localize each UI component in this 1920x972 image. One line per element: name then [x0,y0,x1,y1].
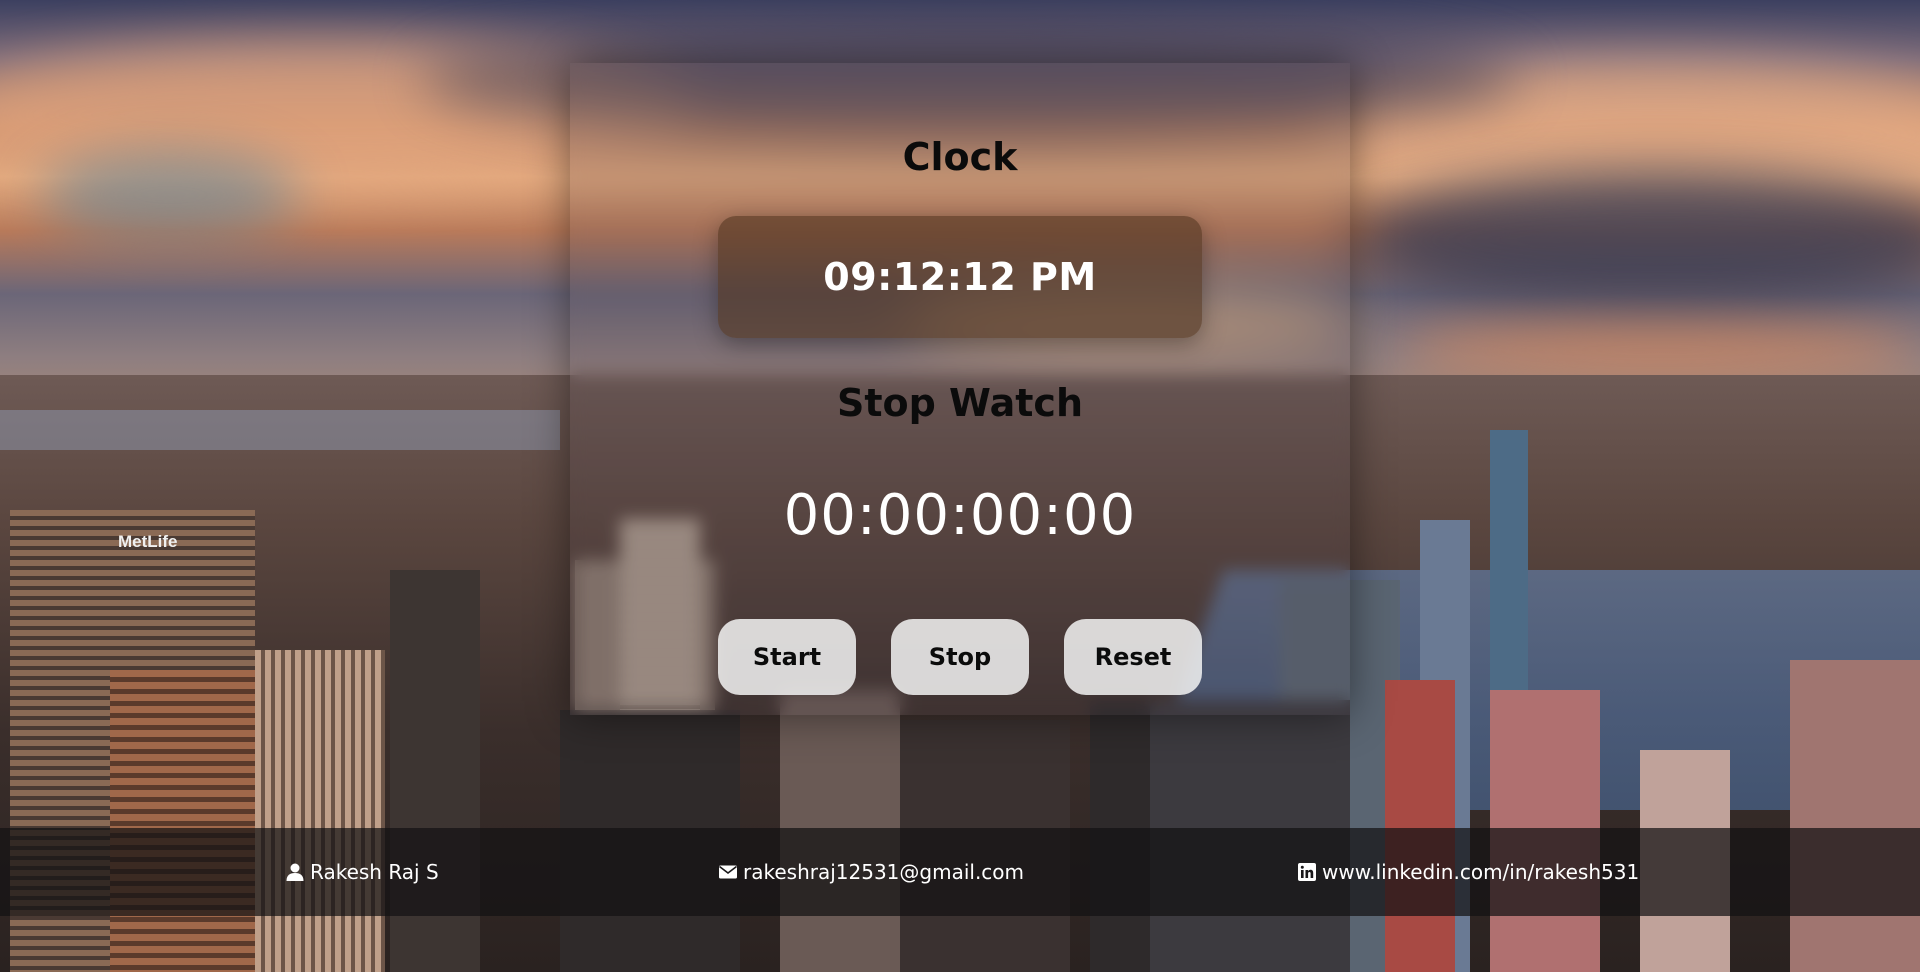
footer-linkedin[interactable]: www.linkedin.com/in/rakesh531 [1297,828,1639,916]
stopwatch-controls: Start Stop Reset [718,619,1202,695]
footer: Rakesh Raj S rakeshraj12531@gmail.com ww… [0,828,1920,916]
start-button[interactable]: Start [718,619,856,695]
clock-stopwatch-panel: Clock 09:12:12 PM Stop Watch 00:00:00:00… [570,63,1350,715]
building [255,650,385,972]
metlife-sign: MetLife [118,532,178,551]
stop-button[interactable]: Stop [891,619,1029,695]
footer-linkedin-text[interactable]: www.linkedin.com/in/rakesh531 [1322,860,1639,884]
cloud [1400,320,1920,380]
stopwatch-time: 00:00:00:00 [783,483,1137,548]
distant-river [0,410,560,450]
user-icon [286,863,304,881]
building [1790,660,1920,972]
reset-button[interactable]: Reset [1064,619,1202,695]
footer-email[interactable]: rakeshraj12531@gmail.com [718,828,1024,916]
footer-email-text[interactable]: rakeshraj12531@gmail.com [743,860,1024,884]
building [1385,680,1455,972]
footer-name: Rakesh Raj S [285,828,439,916]
clock-time: 09:12:12 PM [823,255,1097,299]
footer-name-text: Rakesh Raj S [310,860,439,884]
clock-title: Clock [902,135,1018,179]
cloud [40,150,300,240]
clock-display: 09:12:12 PM [718,216,1202,338]
linkedin-icon [1298,863,1316,881]
stopwatch-title: Stop Watch [836,381,1084,425]
envelope-icon [719,865,737,879]
